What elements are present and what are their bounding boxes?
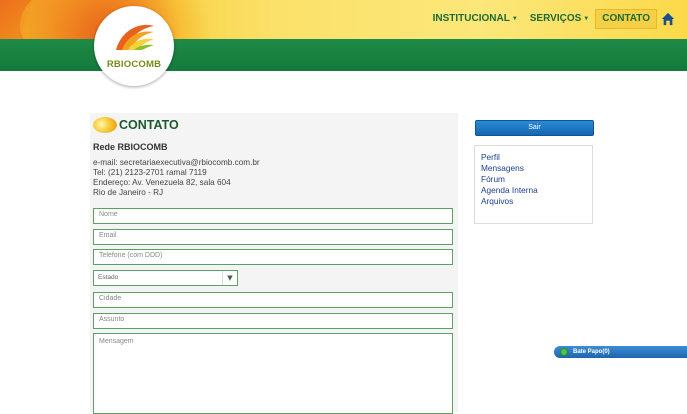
sidebar-item-arquivos[interactable]: Arquivos xyxy=(481,196,538,207)
contact-city: Rio de Janeiro - RJ xyxy=(93,188,164,197)
subject-placeholder: Assunto xyxy=(99,316,125,323)
chat-bar[interactable]: Bate Papo(0) xyxy=(554,346,687,358)
email-placeholder: Email xyxy=(99,232,117,239)
subject-field[interactable]: Assunto xyxy=(93,313,453,329)
contact-info: e-mail: secretariaexecutiva@rbiocomb.com… xyxy=(93,158,260,198)
sidebar-item-forum[interactable]: Fórum xyxy=(481,174,538,185)
org-name: Rede RBIOCOMB xyxy=(93,142,168,152)
logo-mark-icon xyxy=(116,24,154,50)
page-title: CONTATO xyxy=(119,118,179,132)
sun-bullet-icon xyxy=(93,117,117,133)
logout-button[interactable]: Sair xyxy=(475,120,594,136)
state-select[interactable]: Estado ▼ xyxy=(93,270,238,286)
nav-label: SERVIÇOS xyxy=(529,13,582,24)
nav-label: CONTATO xyxy=(602,13,650,24)
city-placeholder: Cidade xyxy=(99,295,122,302)
logo-text: RBIOCOMB xyxy=(106,59,162,70)
phone-field[interactable]: Telefone (com DDD) xyxy=(93,249,453,265)
site-logo[interactable]: RBIOCOMB xyxy=(94,6,174,86)
contact-address: Endereço: Av. Venezuela 82, sala 604 xyxy=(93,178,231,187)
state-selected: Estado xyxy=(98,274,119,281)
message-placeholder: Mensagem xyxy=(99,338,134,345)
nav-label: INSTITUCIONAL xyxy=(432,13,510,24)
caret-down-icon: ▼ xyxy=(511,16,518,22)
sidebar-item-mensagens[interactable]: Mensagens xyxy=(481,163,538,174)
message-field[interactable]: Mensagem xyxy=(93,333,453,414)
sidebar-item-perfil[interactable]: Perfil xyxy=(481,152,538,163)
phone-placeholder: Telefone (com DDD) xyxy=(99,252,163,259)
sidebar-item-agenda[interactable]: Agenda Interna xyxy=(481,185,538,196)
contact-email: e-mail: secretariaexecutiva@rbiocomb.com… xyxy=(93,158,260,167)
main-nav: INSTITUCIONAL ▼ SERVIÇOS ▼ CONTATO xyxy=(427,9,687,29)
caret-down-icon: ▼ xyxy=(583,16,590,22)
email-field[interactable]: Email xyxy=(93,229,453,245)
chevron-down-icon[interactable]: ▼ xyxy=(222,271,237,285)
online-status-icon xyxy=(560,348,568,356)
city-field[interactable]: Cidade xyxy=(93,292,453,308)
nav-contato[interactable]: CONTATO xyxy=(595,9,657,29)
nav-institucional[interactable]: INSTITUCIONAL ▼ xyxy=(427,10,524,28)
page-heading: CONTATO xyxy=(93,115,179,135)
home-icon[interactable] xyxy=(661,12,675,26)
nav-servicos[interactable]: SERVIÇOS ▼ xyxy=(524,10,595,28)
name-placeholder: Nome xyxy=(99,211,118,218)
name-field[interactable]: Nome xyxy=(93,208,453,224)
member-menu: Perfil Mensagens Fórum Agenda Interna Ar… xyxy=(474,145,593,224)
chat-label: Bate Papo(0) xyxy=(573,349,610,355)
contact-phone: Tel: (21) 2123-2701 ramal 7119 xyxy=(93,168,207,177)
